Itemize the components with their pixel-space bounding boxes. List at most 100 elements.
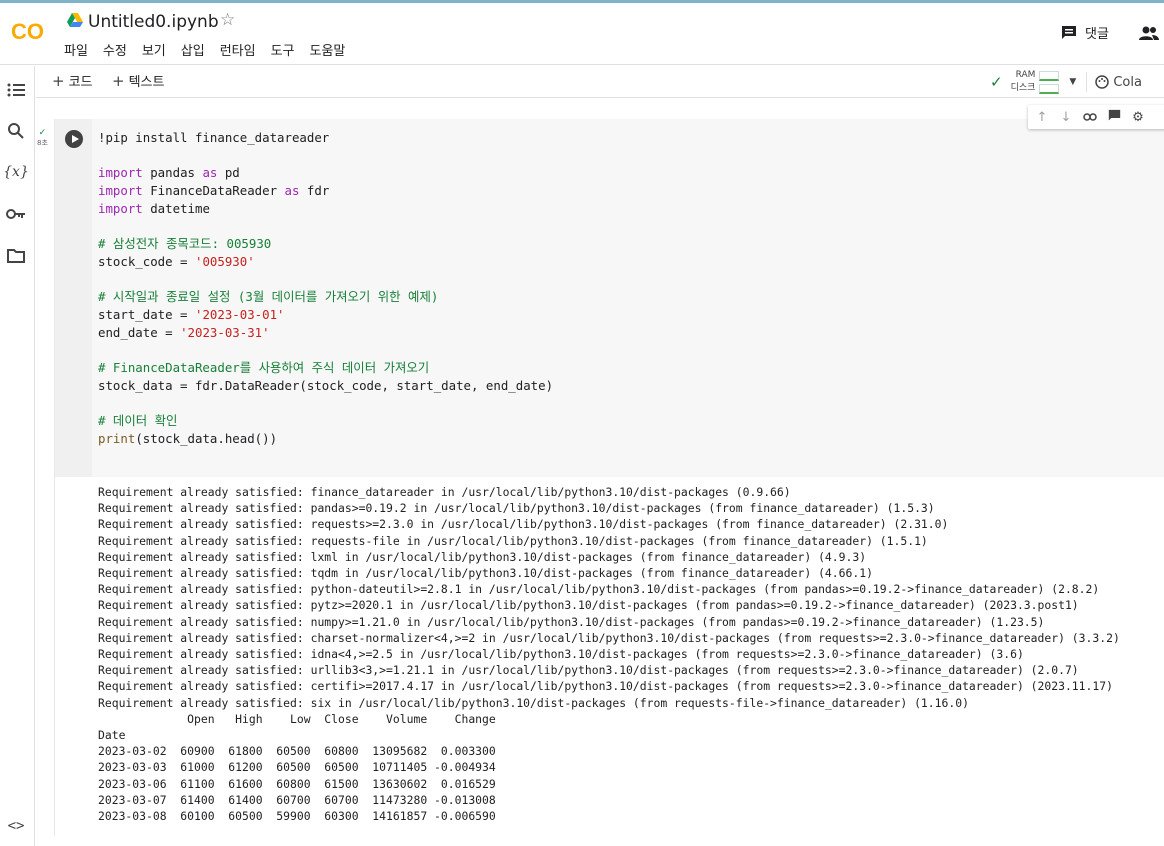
settings-gear-icon[interactable]: ⚙	[1130, 110, 1146, 125]
code-cell[interactable]: !pip install finance_datareader import p…	[54, 119, 1164, 836]
move-down-icon[interactable]: ↓	[1058, 110, 1074, 125]
code-token: as	[202, 165, 218, 181]
notebook-title[interactable]: Untitled0.ipynb	[88, 12, 219, 32]
folder-icon[interactable]	[6, 245, 26, 265]
code-token: # 삼성전자 종목코드: 005930	[98, 236, 272, 252]
code-token: # 시작일과 종료일 설정 (3월 데이터를 가져오기 위한 예제)	[98, 289, 439, 305]
code-token: import	[98, 165, 143, 181]
code-token: import	[98, 183, 143, 199]
link-icon[interactable]	[1082, 110, 1098, 125]
left-sidebar: {x} <>	[0, 66, 35, 846]
resource-status[interactable]: ✓ RAM 디스크 ▼ Cola	[990, 66, 1142, 98]
add-code-label: 코드	[68, 75, 93, 90]
output-line: Requirement already satisfied: lxml in /…	[98, 549, 867, 564]
output-line: Requirement already satisfied: finance_d…	[98, 485, 791, 499]
dropdown-caret-icon[interactable]: ▼	[1069, 77, 1076, 87]
toc-icon[interactable]	[6, 80, 26, 100]
colab-ai-button[interactable]: Cola	[1095, 75, 1142, 90]
run-cell-button[interactable]	[65, 130, 83, 148]
menu-file[interactable]: 파일	[64, 40, 88, 59]
menu-runtime[interactable]: 런타임	[220, 40, 256, 59]
code-editor[interactable]: !pip install finance_datareader import p…	[92, 119, 1164, 477]
toolbar-divider	[1086, 72, 1088, 92]
code-token: # FinanceDataReader를 사용하여 주식 데이터 가져오기	[98, 360, 430, 376]
code-line: import FinanceDataReader as fdr	[98, 182, 553, 200]
disk-label: 디스크	[1010, 83, 1036, 93]
output-line: 2023-03-06 61100 61600 60800 61500 13630…	[98, 776, 496, 791]
add-code-button[interactable]: + 코드	[52, 71, 93, 91]
output-line: Requirement already satisfied: idna<4,>=…	[98, 647, 1024, 662]
code-text[interactable]: !pip install finance_datareader import p…	[98, 129, 553, 448]
ram-bar	[1039, 70, 1060, 81]
output-line: Requirement already satisfied: requests>…	[98, 517, 949, 532]
code-token: (stock_data.head())	[135, 430, 278, 446]
code-line: # 시작일과 종료일 설정 (3월 데이터를 가져오기 위한 예제)	[98, 288, 553, 306]
menu-bar: 파일 수정 보기 삽입 런타임 도구 도움말	[64, 40, 360, 59]
menu-tools[interactable]: 도구	[271, 40, 295, 59]
palette-icon	[1095, 75, 1110, 89]
add-text-label: 텍스트	[128, 75, 165, 90]
code-token: datetime	[142, 200, 210, 216]
colab-ai-label: Cola	[1113, 74, 1142, 90]
search-icon[interactable]	[6, 121, 26, 141]
header: CO Untitled0.ipynb ☆ 파일 수정 보기 삽입 런타임 도구 …	[0, 3, 1164, 65]
move-up-icon[interactable]: ↑	[1034, 110, 1050, 125]
star-icon[interactable]: ☆	[220, 10, 235, 30]
plus-icon: +	[52, 71, 65, 90]
menu-help[interactable]: 도움말	[310, 40, 346, 59]
code-line: start_date = '2023-03-01'	[98, 306, 553, 324]
code-token: !pip install finance_datareader	[98, 130, 330, 145]
code-token: end_date =	[98, 324, 181, 340]
run-success-check-icon: ✓	[38, 128, 47, 138]
output-line: Requirement already satisfied: pytz>=202…	[98, 598, 1079, 613]
menu-view[interactable]: 보기	[142, 40, 166, 59]
comment-button[interactable]: 댓글	[1061, 23, 1109, 42]
output-line: 2023-03-08 60100 60500 59900 60300 14161…	[98, 809, 496, 824]
connected-check-icon: ✓	[990, 73, 1003, 91]
code-line: !pip install finance_datareader	[98, 129, 553, 147]
menu-insert[interactable]: 삽입	[181, 40, 205, 59]
code-line: stock_code = '005930'	[98, 253, 553, 271]
cell-gutter	[55, 119, 92, 477]
code-line: print(stock_data.head())	[98, 430, 553, 448]
cell-toolbar: ↑ ↓ ⚙	[1028, 105, 1164, 129]
code-line: # 삼성전자 종목코드: 005930	[98, 235, 553, 253]
code-token: start_date =	[98, 307, 195, 323]
code-token: '2023-03-01'	[194, 307, 285, 323]
output-line: Requirement already satisfied: urllib3<3…	[98, 663, 1079, 678]
ram-label: RAM	[1015, 70, 1036, 80]
output-line: Date	[98, 728, 126, 743]
menu-edit[interactable]: 수정	[103, 40, 127, 59]
add-text-button[interactable]: + 텍스트	[112, 71, 165, 91]
people-icon[interactable]	[1138, 25, 1160, 41]
code-token: as	[284, 183, 300, 199]
code-snippets-icon[interactable]: <>	[6, 816, 26, 836]
output-line: Requirement already satisfied: requests-…	[98, 533, 928, 548]
drive-icon[interactable]	[67, 13, 83, 27]
key-icon[interactable]	[6, 204, 26, 224]
resource-bars	[1039, 70, 1060, 94]
output-line: 2023-03-07 61400 61400 60700 60700 11473…	[98, 792, 496, 807]
comment-icon	[1062, 25, 1076, 39]
variables-icon[interactable]: {x}	[3, 162, 29, 182]
plus-icon: +	[112, 71, 125, 90]
code-token: pandas	[142, 165, 203, 181]
comment-cell-icon[interactable]	[1106, 109, 1122, 126]
code-line: import pandas as pd	[98, 164, 553, 182]
output-line: Requirement already satisfied: pandas>=0…	[98, 501, 935, 516]
output-line: Requirement already satisfied: tqdm in /…	[98, 566, 873, 581]
resource-labels: RAM 디스크	[1011, 69, 1036, 95]
code-line: # FinanceDataReader를 사용하여 주식 데이터 가져오기	[98, 359, 553, 377]
output-line: Requirement already satisfied: six in /u…	[98, 695, 969, 710]
code-token: import	[98, 200, 143, 216]
output-line: Requirement already satisfied: python-da…	[98, 582, 1100, 597]
disk-bar	[1039, 83, 1060, 94]
output-line: 2023-03-02 60900 61800 60500 60800 13095…	[98, 744, 496, 759]
code-token: '2023-03-31'	[180, 324, 270, 340]
code-token: '005930'	[194, 253, 255, 269]
colab-logo[interactable]: CO	[10, 16, 50, 46]
